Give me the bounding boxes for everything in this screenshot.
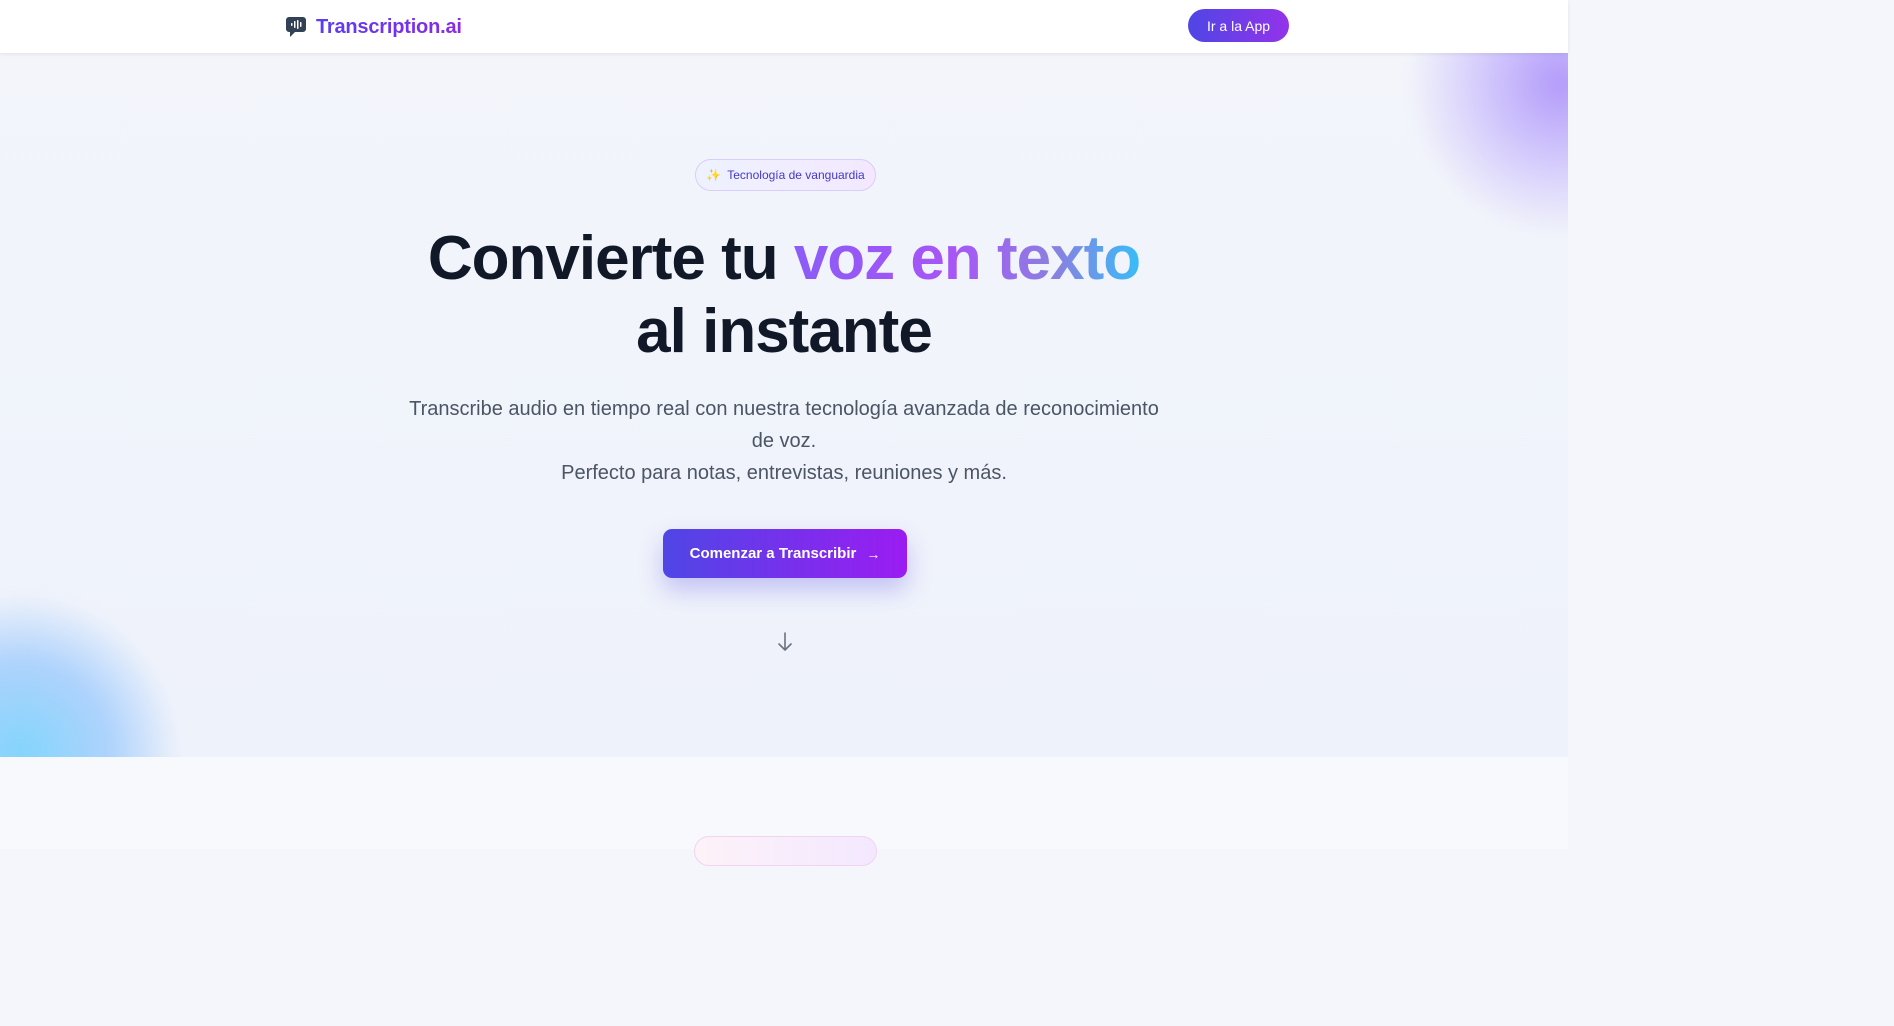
arrow-right-icon: → bbox=[866, 545, 881, 562]
hero-headline-line2: al instante bbox=[636, 297, 933, 366]
hero-subtitle-line2: de voz. bbox=[751, 430, 817, 452]
headline-highlight: voz en texto bbox=[793, 224, 1141, 293]
decorative-blob-top-right bbox=[1410, 53, 1568, 233]
decorative-blob-bottom-left bbox=[0, 593, 180, 757]
next-section-badge bbox=[694, 836, 877, 866]
technology-badge: ✨ Tecnología de vanguardia bbox=[695, 159, 876, 191]
arrow-down-icon[interactable] bbox=[776, 631, 794, 653]
hero-subtitle-line1: Transcribe audio en tiempo real con nues… bbox=[409, 398, 1159, 420]
hero-section: ✨ Tecnología de vanguardia Convierte tu … bbox=[0, 53, 1568, 757]
go-to-app-button[interactable]: Ir a la App bbox=[1188, 9, 1289, 42]
cta-label: Comenzar a Transcribir bbox=[689, 545, 857, 562]
headline-text: Convierte tu bbox=[427, 224, 794, 293]
brand-name: Transcription.ai bbox=[316, 15, 462, 38]
next-section bbox=[0, 757, 1568, 866]
hero-headline-line1: Convierte tu voz en texto bbox=[0, 223, 1568, 295]
hero-subtitle-line3: Perfecto para notas, entrevistas, reunio… bbox=[561, 462, 1007, 484]
top-navbar: Transcription.ai Ir a la App bbox=[0, 0, 1568, 53]
start-transcribing-button[interactable]: Comenzar a Transcribir → bbox=[663, 529, 907, 578]
sparkles-icon: ✨ bbox=[706, 168, 722, 182]
speech-bubble-waveform-icon bbox=[286, 17, 306, 37]
badge-label: Tecnología de vanguardia bbox=[727, 168, 865, 182]
brand-logo-link[interactable]: Transcription.ai bbox=[286, 12, 462, 42]
